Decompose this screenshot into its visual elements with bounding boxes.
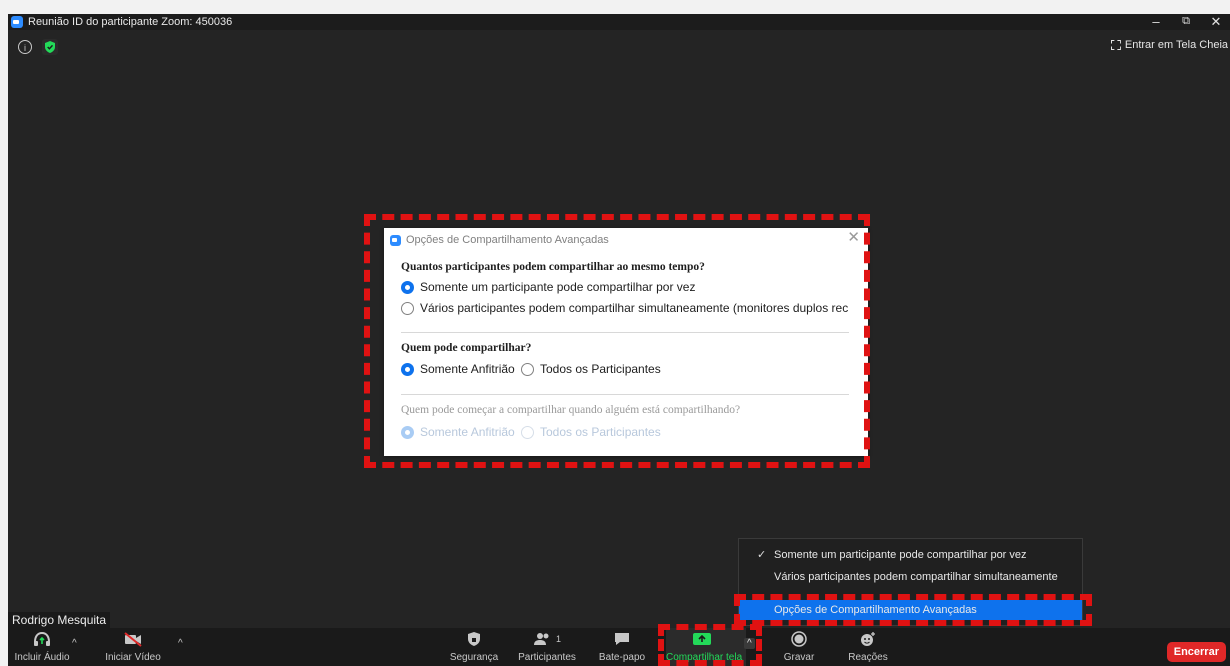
record-icon xyxy=(791,631,807,647)
security-shield-icon xyxy=(468,632,480,646)
record-button[interactable]: Gravar xyxy=(774,628,824,666)
menu-item-multiple-participants[interactable]: Vários participantes podem compartilhar … xyxy=(739,567,1082,587)
audio-label: Incluir Áudio xyxy=(14,652,70,663)
participants-icon xyxy=(533,633,549,645)
security-button[interactable]: Segurança xyxy=(444,628,504,666)
headphones-icon xyxy=(34,631,50,646)
participants-button[interactable]: 1 Participantes xyxy=(514,628,580,666)
audio-options-caret-icon[interactable]: ^ xyxy=(72,638,77,649)
checkmark-icon: ✓ xyxy=(757,549,767,561)
title-bar: Reunião ID do participante Zoom: 450036 … xyxy=(8,14,1230,30)
chat-bubble-icon xyxy=(615,633,629,645)
participant-name-label: Rodrigo Mesquita xyxy=(8,612,111,628)
end-meeting-button[interactable]: Encerrar xyxy=(1166,642,1226,662)
fullscreen-label: Entrar em Tela Cheia xyxy=(1124,39,1228,51)
fullscreen-icon xyxy=(1110,40,1121,50)
minimize-button[interactable]: – xyxy=(1146,14,1166,30)
video-options-caret-icon[interactable]: ^ xyxy=(178,638,183,649)
annotation-highlight-share xyxy=(658,624,762,666)
encryption-shield-icon[interactable] xyxy=(42,39,58,55)
reactions-emoji-icon xyxy=(861,632,875,646)
zoom-meeting-window: Reunião ID do participante Zoom: 450036 … xyxy=(8,14,1230,666)
security-label: Segurança xyxy=(449,652,499,663)
video-off-icon xyxy=(124,632,142,647)
record-label: Gravar xyxy=(783,652,815,663)
menu-item-label: Somente um participante pode compartilha… xyxy=(774,549,1027,561)
close-window-button[interactable]: ✕ xyxy=(1206,14,1226,30)
video-label: Iniciar Vídeo xyxy=(105,652,161,663)
participants-count: 1 xyxy=(555,634,561,644)
enter-fullscreen-button[interactable]: Entrar em Tela Cheia xyxy=(1110,39,1228,51)
zoom-logo-icon xyxy=(11,16,23,28)
menu-item-label: Vários participantes podem compartilhar … xyxy=(774,571,1058,583)
chat-label: Bate-papo xyxy=(598,652,646,663)
audio-button[interactable]: Incluir Áudio xyxy=(14,628,70,666)
meeting-info-icon[interactable]: i xyxy=(18,40,32,54)
chat-button[interactable]: Bate-papo xyxy=(592,628,652,666)
reactions-label: Reações xyxy=(848,652,888,663)
annotation-highlight-menu-item xyxy=(734,594,1092,626)
window-title: Reunião ID do participante Zoom: 450036 xyxy=(28,16,233,28)
menu-item-one-participant[interactable]: ✓ Somente um participante pode compartil… xyxy=(739,545,1082,565)
participants-label: Participantes xyxy=(518,652,576,663)
restore-button[interactable]: ⧉ xyxy=(1176,14,1196,30)
video-button[interactable]: Iniciar Vídeo xyxy=(98,628,168,666)
annotation-highlight-dialog xyxy=(364,214,870,468)
reactions-button[interactable]: Reações xyxy=(840,628,896,666)
